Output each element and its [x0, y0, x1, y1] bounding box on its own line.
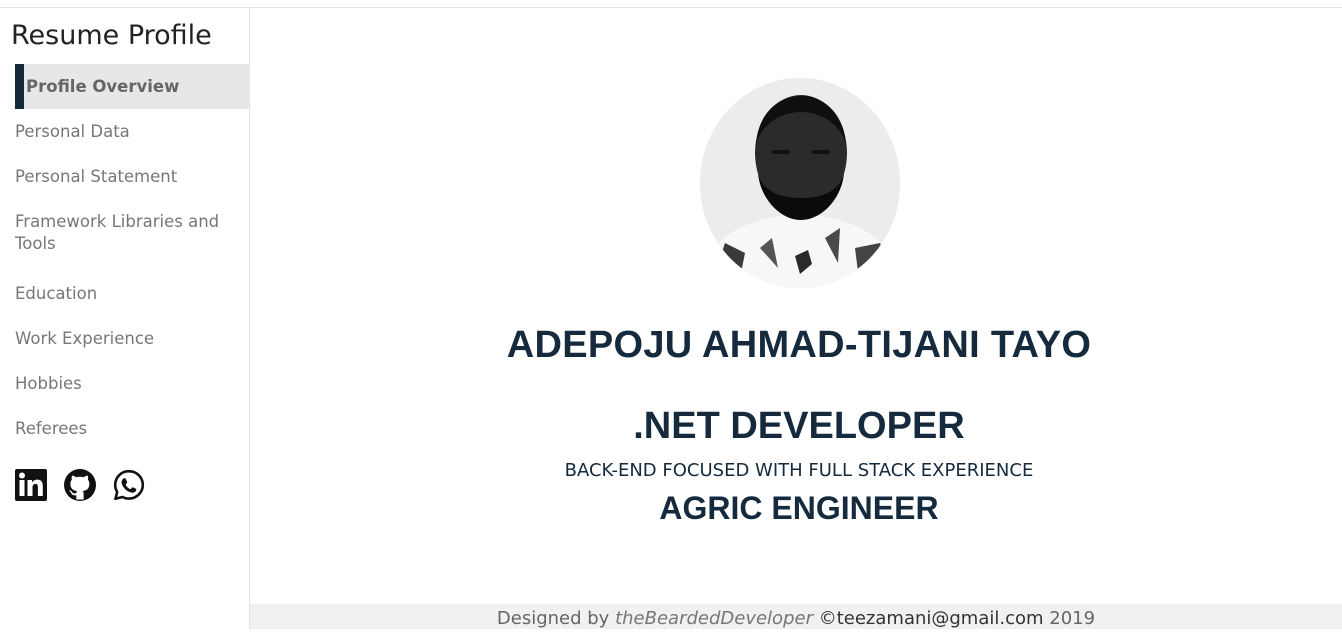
profile-focus: BACK-END FOCUSED WITH FULL STACK EXPERIE… — [564, 460, 1034, 481]
footer-copyright-symbol: © — [818, 608, 837, 629]
nav-item-personal-data[interactable]: Personal Data — [0, 109, 249, 154]
sidebar: Resume Profile Profile Overview Personal… — [0, 8, 250, 629]
nav-item-education[interactable]: Education — [0, 271, 249, 316]
footer-year: 2019 — [1049, 608, 1096, 629]
profile-photo-image — [700, 78, 900, 288]
github-icon[interactable] — [64, 468, 96, 502]
profile-role: .NET DEVELOPER — [633, 405, 965, 447]
nav-item-personal-statement[interactable]: Personal Statement — [0, 154, 249, 199]
footer-prefix: Designed by — [496, 608, 610, 629]
nav-item-referees[interactable]: Referees — [0, 406, 249, 451]
footer: Designed by theBeardedDeveloper ©teezama… — [250, 604, 1342, 629]
sidebar-nav: Profile Overview Personal Data Personal … — [0, 64, 249, 451]
profile-photo — [700, 78, 900, 288]
nav-item-framework-libraries-tools[interactable]: Framework Libraries and Tools — [0, 199, 249, 271]
profile-name: ADEPOJU AHMAD-TIJANI TAYO — [506, 324, 1092, 366]
profile-overview: ADEPOJU AHMAD-TIJANI TAYO .NET DEVELOPER… — [250, 8, 1342, 604]
nav-item-work-experience[interactable]: Work Experience — [0, 316, 249, 361]
profile-profession: AGRIC ENGINEER — [659, 490, 939, 526]
sidebar-brand[interactable]: Resume Profile — [11, 20, 212, 51]
footer-email[interactable]: teezamani@gmail.com — [837, 608, 1044, 629]
linkedin-icon[interactable] — [15, 468, 47, 502]
footer-author[interactable]: theBeardedDeveloper — [615, 608, 813, 629]
whatsapp-icon[interactable] — [113, 468, 145, 502]
social-links — [15, 468, 145, 502]
nav-item-hobbies[interactable]: Hobbies — [0, 361, 249, 406]
nav-item-profile-overview[interactable]: Profile Overview — [15, 64, 249, 109]
